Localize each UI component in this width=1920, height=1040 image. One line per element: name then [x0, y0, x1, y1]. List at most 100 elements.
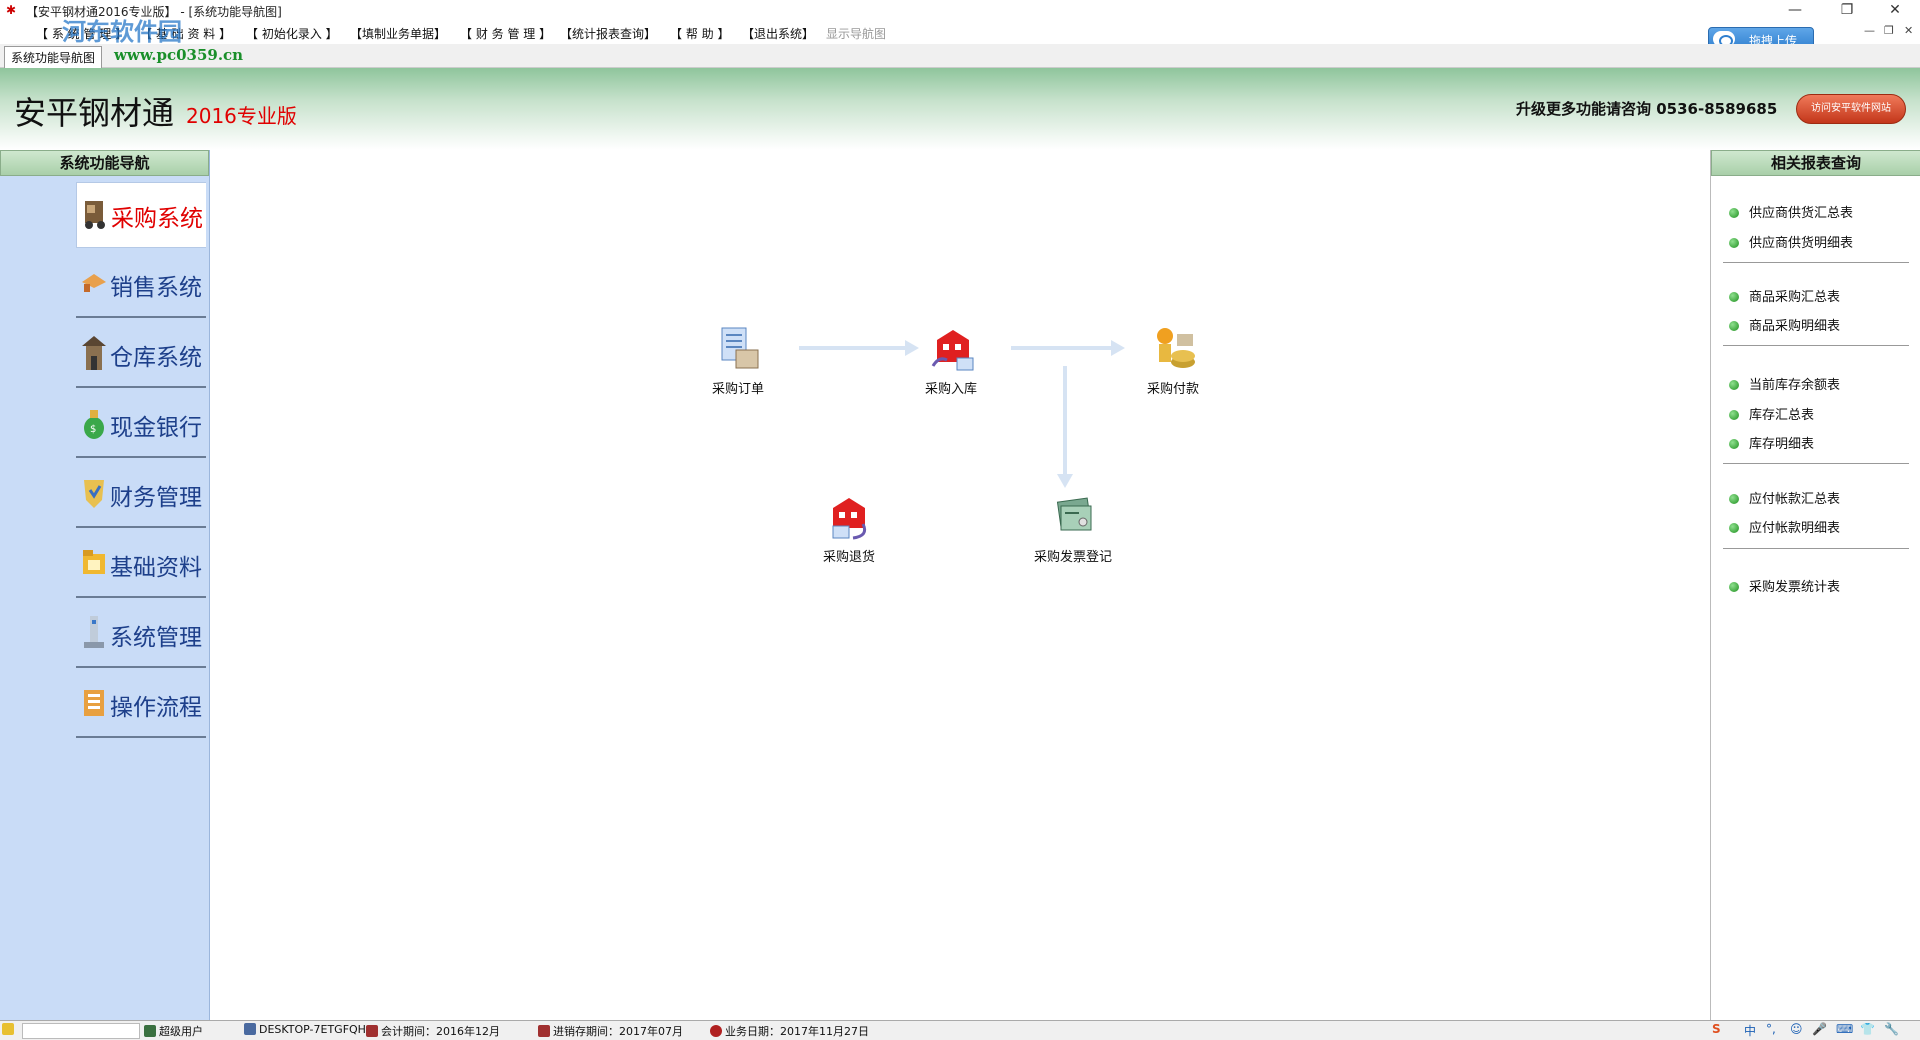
calendar-icon — [366, 1025, 378, 1037]
report-link-stock-summary[interactable]: 库存汇总表 — [1729, 404, 1814, 423]
handshake-icon — [82, 274, 106, 292]
tab-system-nav[interactable]: 系统功能导航图 — [4, 46, 103, 68]
report-link-invoice-stats[interactable]: 采购发票统计表 — [1729, 576, 1840, 595]
node-purchase-receipt[interactable]: 采购入库 — [891, 326, 1011, 406]
report-link-stock-balance[interactable]: 当前库存余额表 — [1729, 374, 1840, 393]
flowchart-icon — [84, 690, 104, 716]
ime-voice-icon[interactable]: 🎤 — [1812, 1022, 1827, 1036]
right-panel-header: 相关报表查询 — [1711, 150, 1920, 176]
menu-system[interactable]: 【 系 统 管 理 】 — [36, 25, 127, 42]
title-bar: ✱ 【安平钢材通2016专业版】 - [系统功能导航图] — ❐ ✕ — [0, 0, 1920, 22]
edition-label: 2016专业版 — [186, 104, 297, 128]
factory-return-icon — [832, 498, 867, 540]
clock-icon — [710, 1025, 722, 1037]
status-bar: 超级用户 DESKTOP-7ETGFQH 会计期间：2016年12月 进销存期间… — [0, 1020, 1920, 1040]
factory-receipt-icon — [931, 330, 974, 371]
divider — [1723, 548, 1909, 549]
menu-finance[interactable]: 【 财 务 管 理 】 — [460, 25, 551, 42]
status-empty-panel — [22, 1023, 140, 1039]
computer-icon — [244, 1023, 256, 1035]
folder-icon — [83, 550, 105, 574]
invoice-stack-icon — [1056, 497, 1092, 531]
nav-item-sales[interactable]: 销售系统 — [76, 252, 206, 318]
upgrade-contact: 升级更多功能请咨询 0536-8589685 — [1516, 100, 1778, 118]
restore-button[interactable]: ❐ — [1824, 0, 1870, 22]
report-link-purchase-detail[interactable]: 商品采购明细表 — [1729, 315, 1840, 334]
flow-canvas: 采购订单 采购入库 采购付款 采购退货 采购发票登记 — [211, 150, 1710, 1020]
menu-show-nav: 显示导航图 — [826, 27, 887, 41]
bullet-icon — [1729, 380, 1739, 390]
nav-item-system-mgmt[interactable]: 系统管理 — [76, 602, 206, 668]
app-name: 安平钢材通 — [14, 94, 175, 132]
report-link-purchase-summary[interactable]: 商品采购汇总表 — [1729, 286, 1840, 305]
report-link-supplier-summary[interactable]: 供应商供货汇总表 — [1729, 202, 1853, 221]
payment-coins-icon — [1157, 328, 1195, 368]
menu-help[interactable]: 【 帮 助 】 — [670, 25, 729, 42]
bullet-icon — [1729, 321, 1739, 331]
nav-item-cash-bank[interactable]: $ 现金银行 — [76, 392, 206, 458]
ime-emoji-icon[interactable]: ☺ — [1790, 1022, 1803, 1036]
app-banner: 安平钢材通 2016专业版 升级更多功能请咨询 0536-8589685 访问安… — [0, 68, 1920, 150]
ime-keyboard-icon[interactable]: ⌨ — [1836, 1022, 1853, 1036]
nav-item-finance[interactable]: 财务管理 — [76, 462, 206, 528]
user-icon — [144, 1025, 156, 1037]
mdi-minimize-button[interactable]: — — [1864, 24, 1875, 37]
menu-reports[interactable]: 【统计报表查询】 — [560, 25, 656, 42]
bullet-icon — [1729, 410, 1739, 420]
nav-item-basic-data[interactable]: 基础资料 — [76, 532, 206, 598]
bullet-icon — [1729, 582, 1739, 592]
ime-punctuation-icon[interactable]: °, — [1766, 1022, 1776, 1036]
mdi-close-button[interactable]: ✕ — [1904, 24, 1913, 37]
report-link-payable-detail[interactable]: 应付帐款明细表 — [1729, 517, 1840, 536]
report-link-payable-summary[interactable]: 应付帐款汇总表 — [1729, 488, 1840, 507]
status-inventory-period: 进销存期间：2017年07月 — [538, 1023, 683, 1039]
money-bag-icon: $ — [84, 410, 104, 439]
menu-exit[interactable]: 【退出系统】 — [742, 25, 814, 42]
svg-text:$: $ — [90, 424, 96, 435]
lock-icon — [2, 1023, 17, 1036]
menu-bar: 【 系 统 管 理 】 【 基 础 资 料 】 【 初始化录入 】 【填制业务单… — [0, 22, 1920, 44]
node-purchase-order[interactable]: 采购订单 — [678, 326, 798, 406]
left-nav-panel: 系统功能导航 采购系统 销售系统 仓库系统 $ 现金银行 财务管理 基础资料 系… — [0, 150, 210, 1020]
ime-skin-icon[interactable]: 👕 — [1860, 1022, 1875, 1036]
bullet-icon — [1729, 523, 1739, 533]
report-link-stock-detail[interactable]: 库存明细表 — [1729, 433, 1814, 452]
status-accounting-period: 会计期间：2016年12月 — [366, 1023, 500, 1039]
bullet-icon — [1729, 494, 1739, 504]
status-business-date: 业务日期：2017年11月27日 — [710, 1023, 869, 1039]
bullet-icon — [1729, 208, 1739, 218]
ime-tools-icon[interactable]: 🔧 — [1884, 1022, 1899, 1036]
arrow-receipt-to-payment — [1011, 346, 1115, 350]
node-purchase-return[interactable]: 采购退货 — [789, 494, 909, 574]
divider — [1723, 345, 1909, 346]
bullet-icon — [1729, 439, 1739, 449]
divider — [1723, 262, 1909, 263]
node-purchase-invoice[interactable]: 采购发票登记 — [1013, 494, 1133, 574]
minimize-button[interactable]: — — [1772, 0, 1818, 22]
menu-basic-data[interactable]: 【 基 础 资 料 】 — [140, 25, 231, 42]
visit-website-button[interactable]: 访问安平软件网站 — [1796, 94, 1906, 124]
report-link-supplier-detail[interactable]: 供应商供货明细表 — [1729, 232, 1853, 251]
ime-logo-icon[interactable]: S — [1712, 1022, 1721, 1036]
arrowhead-icon — [1057, 474, 1073, 488]
order-document-icon — [721, 327, 759, 369]
mdi-restore-button[interactable]: ❐ — [1884, 24, 1894, 37]
app-icon: ✱ — [6, 3, 17, 17]
divider — [1723, 463, 1909, 464]
close-button[interactable]: ✕ — [1872, 0, 1918, 22]
nav-item-workflow[interactable]: 操作流程 — [76, 672, 206, 738]
nav-item-purchase[interactable]: 采购系统 — [76, 182, 206, 248]
computer-icon — [84, 616, 104, 648]
menu-init-entry[interactable]: 【 初始化录入 】 — [246, 25, 338, 42]
truck-icon — [85, 201, 105, 229]
calendar-icon — [538, 1025, 550, 1037]
nav-item-warehouse[interactable]: 仓库系统 — [76, 322, 206, 388]
arrow-receipt-to-invoice — [1063, 366, 1067, 478]
right-report-panel: 相关报表查询 供应商供货汇总表 供应商供货明细表 商品采购汇总表 商品采购明细表… — [1710, 150, 1920, 1020]
menu-business-docs[interactable]: 【填制业务单据】 — [350, 25, 446, 42]
warehouse-icon — [82, 336, 106, 370]
finance-shield-icon — [84, 480, 104, 508]
node-purchase-payment[interactable]: 采购付款 — [1113, 326, 1233, 406]
ime-chinese-toggle[interactable]: 中 — [1744, 1022, 1756, 1039]
status-computer: DESKTOP-7ETGFQH — [244, 1023, 366, 1036]
